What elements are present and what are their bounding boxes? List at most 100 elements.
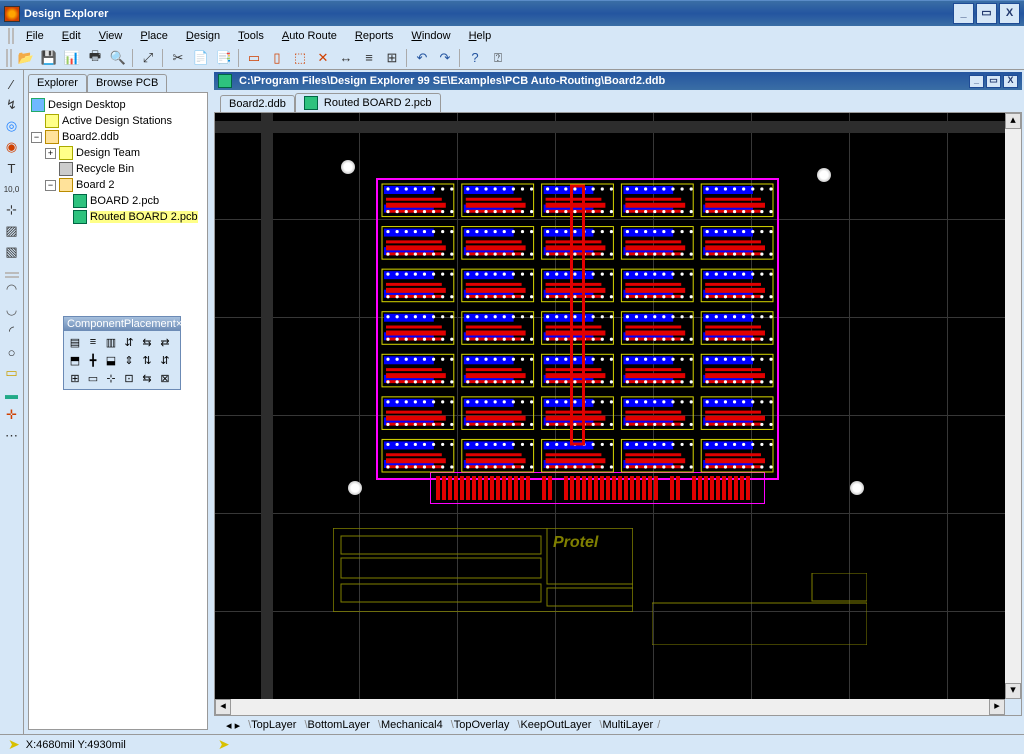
tab-explorer[interactable]: Explorer [28,74,87,92]
menu-reports[interactable]: Reports [347,28,402,44]
rect-tool-icon[interactable]: ▭ [2,363,22,383]
collapse-icon[interactable]: − [31,132,42,143]
tree-ddb[interactable]: Board2.ddb [62,131,119,143]
minimize-button[interactable]: _ [953,3,974,24]
text-tool-icon[interactable]: T [2,158,22,178]
align-top-icon[interactable]: ⬒ [66,351,84,369]
scroll-right-icon[interactable]: ▸ [989,699,1005,715]
layer-tab-topoverlay[interactable]: TopOverlay [447,719,514,731]
grid-icon[interactable]: ⊞ [381,47,403,69]
cut-icon[interactable]: ✂ [167,47,189,69]
swap-icon[interactable]: ⇆ [138,369,156,387]
scroll-down-icon[interactable]: ▾ [1005,683,1021,699]
tree-bin[interactable]: Recycle Bin [76,163,134,175]
menu-view[interactable]: View [91,28,131,44]
tab-routed-board2[interactable]: Routed BOARD 2.pcb [295,93,441,112]
space-v-dec-icon[interactable]: ⇵ [156,351,174,369]
tree-board[interactable]: Board 2 [76,179,115,191]
chart-icon[interactable]: 📊 [61,47,83,69]
room-arrange-icon[interactable]: ⊞ [66,369,84,387]
string-tool-icon[interactable]: ⋯ [2,426,22,446]
component-placement-toolwindow[interactable]: ComponentPlacement× ▤ ≡ ▥ ⇵ ⇆ ⇄ ⬒ ╋ ⬓ ⇕ … [63,316,181,390]
close-button[interactable]: X [999,3,1020,24]
circle-tool-icon[interactable]: ○ [2,342,22,362]
move-icon[interactable]: ↔ [335,47,357,69]
align-left-icon[interactable]: ▤ [66,333,84,351]
align-icon[interactable]: ≡ [358,47,380,69]
print-icon[interactable]: 🖶 [84,47,106,69]
layer-tab-multilayer[interactable]: MultiLayer [595,719,657,731]
select-rect-icon[interactable]: ▭ [243,47,265,69]
toolstrip-grip[interactable] [5,272,19,278]
expand-icon[interactable]: + [45,148,56,159]
line-tool-icon[interactable]: ∕ [2,74,22,94]
pad-tool-icon[interactable]: ◎ [2,116,22,136]
space-v-inc-icon[interactable]: ⇅ [138,351,156,369]
arc-ccw-tool-icon[interactable]: ◡ [2,300,22,320]
menu-tools[interactable]: Tools [230,28,272,44]
distribute-v-icon[interactable]: ⇕ [120,351,138,369]
layer-tab-mechanical4[interactable]: Mechanical4 [374,719,447,731]
tree-pcb1[interactable]: BOARD 2.pcb [90,195,159,207]
space-h-dec-icon[interactable]: ⇄ [156,333,174,351]
tree-pcb2[interactable]: Routed BOARD 2.pcb [90,211,198,223]
tab-browse-pcb[interactable]: Browse PCB [87,74,167,92]
menu-help[interactable]: Help [461,28,500,44]
menu-autoroute[interactable]: Auto Route [274,28,345,44]
select-outside-icon[interactable]: ▯ [266,47,288,69]
document-icon[interactable]: 📄 [190,47,212,69]
scroll-track[interactable] [1005,129,1021,683]
maximize-button[interactable]: ▭ [976,3,997,24]
trace-tool-icon[interactable]: ↯ [2,95,22,115]
whatsthis-icon[interactable]: ⍰ [487,47,509,69]
help-icon[interactable]: ? [464,47,486,69]
pcb-canvas[interactable]: Protel [215,113,1005,699]
collapse-icon[interactable]: − [45,180,56,191]
horizontal-scrollbar[interactable]: ◂ ▸ [215,699,1021,715]
tree-team[interactable]: Design Team [76,147,140,159]
undo-icon[interactable]: ↶ [411,47,433,69]
align-center-v-icon[interactable]: ╋ [84,351,102,369]
select-all-icon[interactable]: ⬚ [289,47,311,69]
scroll-track[interactable] [231,699,989,715]
space-h-inc-icon[interactable]: ⇆ [138,333,156,351]
move-to-grid-icon[interactable]: ⊹ [102,369,120,387]
doc-close-button[interactable]: X [1003,75,1018,88]
layers-icon[interactable]: 📑 [213,47,235,69]
align-bottom-icon[interactable]: ⬓ [102,351,120,369]
layer-tab-bottomlayer[interactable]: BottomLayer [300,719,373,731]
deselect-icon[interactable]: ✕ [312,47,334,69]
toolwindow-title[interactable]: ComponentPlacement [67,318,176,330]
toolbar-grip[interactable] [6,49,12,67]
rect-arrange-icon[interactable]: ▭ [84,369,102,387]
menu-place[interactable]: Place [132,28,176,44]
project-tree[interactable]: Design Desktop Active Design Stations −B… [28,92,208,730]
polygon-tool-icon[interactable]: ▧ [2,242,22,262]
via-tool-icon[interactable]: ◉ [2,137,22,157]
tree-root[interactable]: Design Desktop [48,99,126,111]
menubar-grip[interactable] [8,28,14,44]
scroll-left-icon[interactable]: ◂ [215,699,231,715]
open-icon[interactable]: 📂 [15,47,37,69]
array-icon[interactable]: ⊠ [156,369,174,387]
menu-edit[interactable]: Edit [54,28,89,44]
redo-icon[interactable]: ↷ [434,47,456,69]
arc-cw-tool-icon[interactable]: ◠ [2,279,22,299]
distribute-h-icon[interactable]: ⇵ [120,333,138,351]
align-right-icon[interactable]: ▥ [102,333,120,351]
menu-window[interactable]: Window [403,28,458,44]
menu-file[interactable]: File [18,28,52,44]
vertical-scrollbar[interactable]: ▴ ▾ [1005,113,1021,699]
room-tool-icon[interactable]: ▬ [2,384,22,404]
layer-tab-toplayer[interactable]: TopLayer [244,719,300,731]
menu-design[interactable]: Design [178,28,228,44]
tab-board2-ddb[interactable]: Board2.ddb [220,95,295,112]
doc-min-button[interactable]: _ [969,75,984,88]
arc-edge-tool-icon[interactable]: ◜ [2,321,22,341]
fill-tool-icon[interactable]: ▨ [2,221,22,241]
save-icon[interactable]: 💾 [38,47,60,69]
zoom-in-icon[interactable]: 🔍 [107,47,129,69]
layer-tab-keepout[interactable]: KeepOutLayer [513,719,595,731]
dimension-tool-icon[interactable]: 10,0 [2,179,22,199]
align-center-h-icon[interactable]: ≡ [84,333,102,351]
